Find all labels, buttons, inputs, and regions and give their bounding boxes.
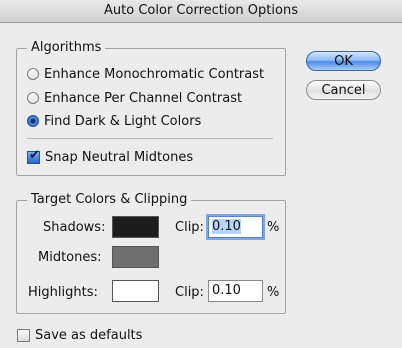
highlights-percent-label: % <box>267 285 280 300</box>
shadows-clip-label: Clip: <box>175 220 204 235</box>
checkbox-label: Save as defaults <box>35 327 143 343</box>
radio-find-dark-light[interactable]: Find Dark & Light Colors <box>27 112 201 130</box>
shadows-clip-input[interactable]: 0.10 <box>208 216 263 238</box>
radio-enhance-per-channel[interactable]: Enhance Per Channel Contrast <box>27 89 242 107</box>
midtones-color-swatch[interactable] <box>112 246 159 268</box>
highlights-clip-input[interactable]: 0.10 <box>208 280 263 302</box>
radio-button-selected-icon[interactable] <box>27 115 39 127</box>
target-colors-group-title: Target Colors & Clipping <box>27 192 192 208</box>
radio-button-icon[interactable] <box>27 68 39 80</box>
midtones-label: Midtones: <box>38 250 102 265</box>
radio-enhance-monochromatic[interactable]: Enhance Monochromatic Contrast <box>27 65 264 83</box>
window-title: Auto Color Correction Options <box>0 0 402 23</box>
algorithms-group-title: Algorithms <box>27 40 106 56</box>
radio-label: Find Dark & Light Colors <box>44 113 202 129</box>
radio-button-icon[interactable] <box>27 92 39 104</box>
radio-label: Enhance Monochromatic Contrast <box>44 66 265 82</box>
snap-neutral-midtones-checkbox[interactable]: Snap Neutral Midtones <box>27 148 193 166</box>
highlights-clip-label: Clip: <box>175 285 204 300</box>
algorithms-group: Algorithms Enhance Monochromatic Contras… <box>16 40 286 176</box>
shadows-label: Shadows: <box>43 220 106 235</box>
cancel-button[interactable]: Cancel <box>306 80 381 100</box>
ok-button[interactable]: OK <box>306 51 381 71</box>
save-as-defaults-checkbox[interactable]: Save as defaults <box>17 326 142 344</box>
checkbox-label: Snap Neutral Midtones <box>45 149 194 165</box>
highlights-color-swatch[interactable] <box>112 280 159 302</box>
highlights-clip-value: 0.10 <box>212 283 241 298</box>
algorithms-divider <box>27 138 273 139</box>
target-colors-group: Target Colors & Clipping Shadows: Clip: … <box>16 192 286 314</box>
checkbox-icon[interactable] <box>17 328 30 342</box>
checkbox-checked-icon[interactable] <box>27 148 40 164</box>
shadows-color-swatch[interactable] <box>112 216 159 238</box>
radio-label: Enhance Per Channel Contrast <box>44 90 243 106</box>
shadows-percent-label: % <box>267 220 280 235</box>
shadows-clip-value: 0.10 <box>212 219 241 234</box>
highlights-label: Highlights: <box>28 285 98 300</box>
